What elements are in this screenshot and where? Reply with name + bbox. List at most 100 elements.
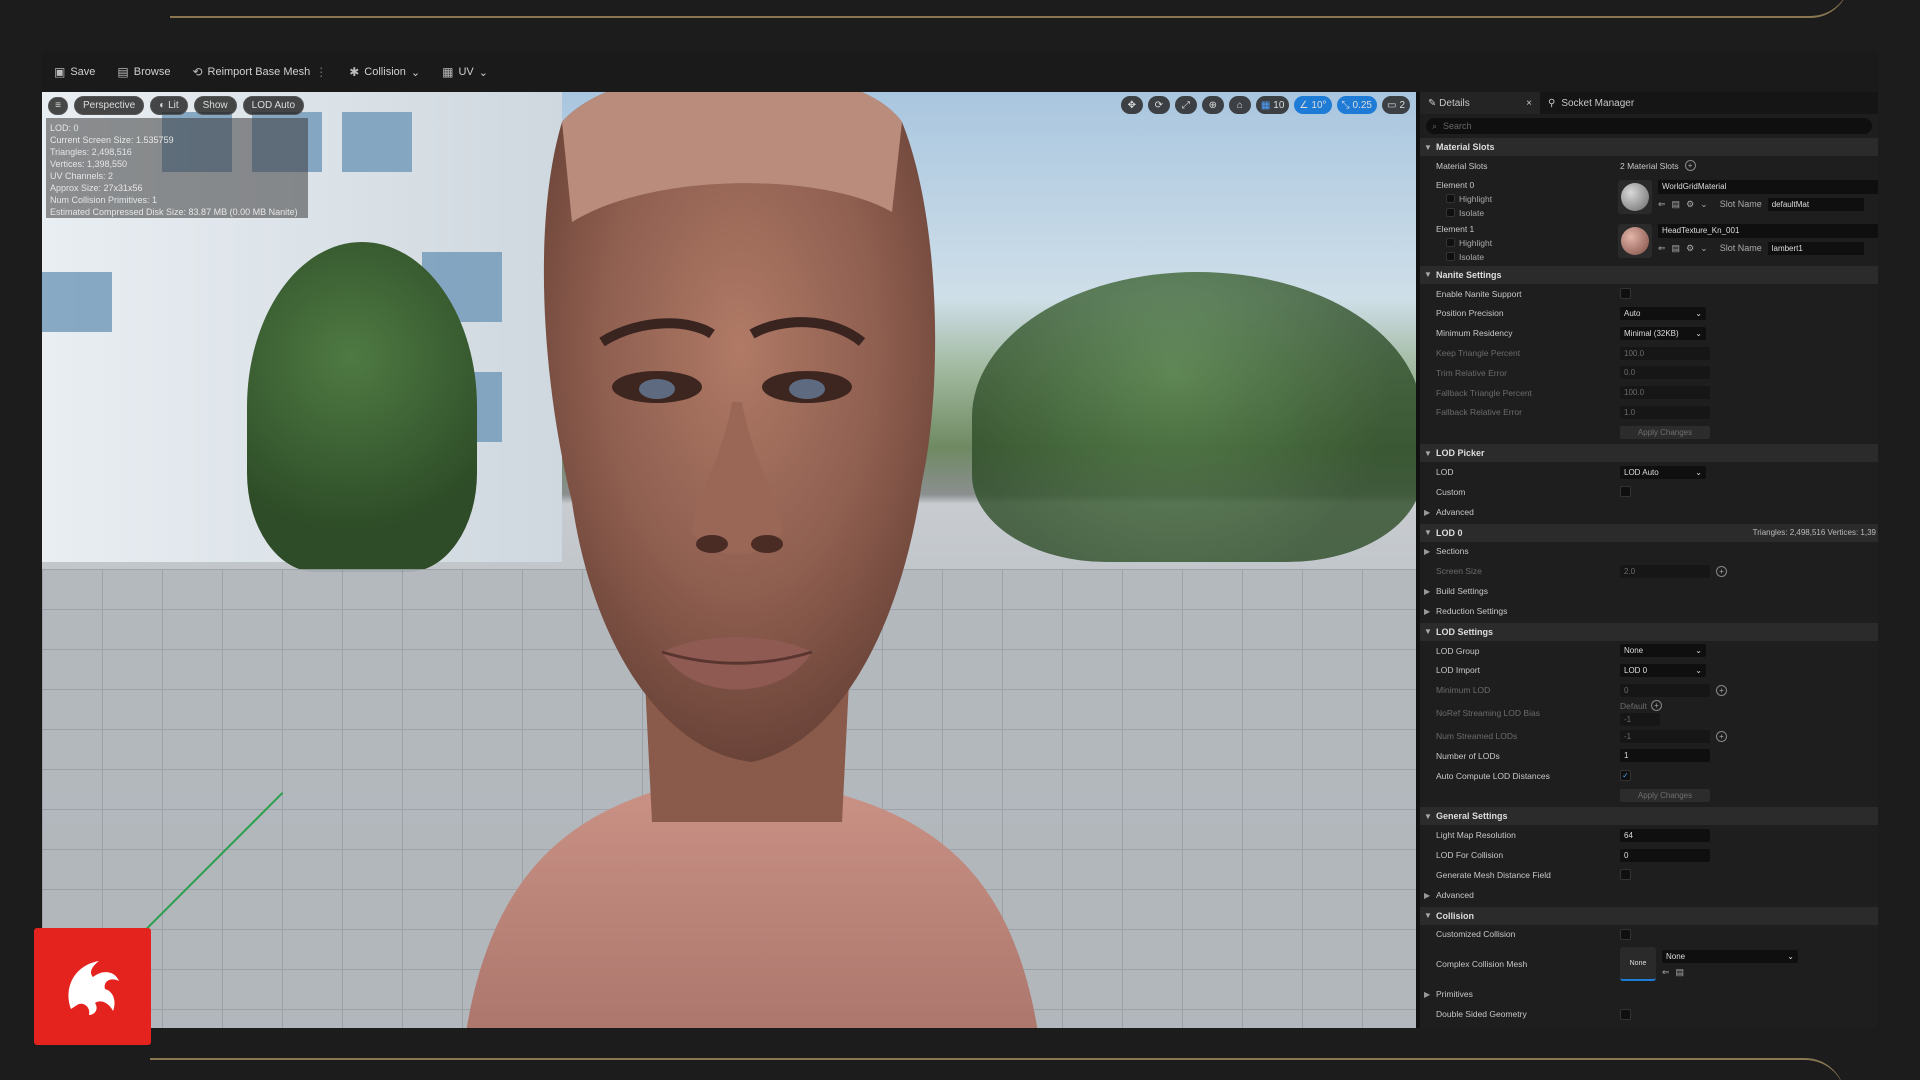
trim-error-input[interactable]: 0.0 — [1620, 366, 1710, 380]
frame-line-top — [170, 16, 1810, 18]
enable-nanite-checkbox[interactable] — [1620, 288, 1631, 300]
browse-button[interactable]: ▤ Browse — [111, 62, 176, 82]
rotate-icon[interactable]: ⟳ — [1147, 96, 1170, 114]
minimum-lod-input[interactable]: 0 — [1620, 683, 1710, 697]
screen-size-input[interactable]: 2.0 — [1620, 564, 1710, 578]
isolate-checkbox[interactable] — [1446, 208, 1455, 218]
apply-changes-button[interactable]: Apply Changes — [1620, 788, 1710, 802]
world-icon[interactable]: ⊕ — [1201, 96, 1224, 114]
sections-row[interactable]: ▶ Sections — [1420, 542, 1878, 562]
distance-field-checkbox[interactable] — [1620, 869, 1631, 881]
viewport[interactable]: ≡ Perspective ◐ Lit Show LOD Auto ✥ ⟳ ⤢ … — [42, 92, 1416, 1028]
section-nanite-settings[interactable]: ▼ Nanite Settings — [1420, 265, 1878, 284]
minimum-residency-select[interactable]: Minimal (32KB) ⌄ — [1620, 326, 1706, 340]
chevron-down-icon[interactable]: ⌄ — [1700, 199, 1708, 210]
reimport-button[interactable]: ⟲ Reimport Base Mesh ⋮ — [186, 62, 333, 82]
highlight-checkbox[interactable] — [1446, 238, 1455, 248]
use-selected-icon[interactable]: ⇐ — [1658, 243, 1666, 254]
surface-snap-icon[interactable]: ⌂ — [1228, 96, 1251, 114]
viewport-menu-button[interactable]: ≡ — [48, 96, 68, 115]
scale-snap-toggle[interactable]: ⤡ 0.25 — [1336, 96, 1377, 114]
save-button[interactable]: ▣ Save — [48, 62, 101, 82]
grid-snap-toggle[interactable]: ▦ 10 — [1255, 96, 1290, 114]
material-thumbnail[interactable] — [1618, 179, 1652, 214]
angle-icon: ∠ — [1299, 99, 1309, 111]
tab-socket-manager[interactable]: ⚲ Socket Manager — [1540, 92, 1642, 114]
section-collision[interactable]: ▼ Collision — [1420, 906, 1878, 925]
use-selected-icon[interactable]: ⇐ — [1658, 199, 1666, 210]
reduction-settings-row[interactable]: ▶ Reduction Settings — [1420, 601, 1878, 621]
section-general-settings[interactable]: ▼ General Settings — [1420, 807, 1878, 826]
use-selected-icon[interactable]: ⇐ — [1662, 967, 1670, 978]
viewport-stats-overlay: LOD: 0 Current Screen Size: 1.535759 Tri… — [46, 118, 308, 218]
complex-mesh-thumbnail[interactable]: None — [1620, 947, 1656, 982]
options-icon[interactable]: ⚙ — [1686, 199, 1694, 210]
section-lod-settings[interactable]: ▼ LOD Settings — [1420, 622, 1878, 641]
browse-icon[interactable]: ▤ — [1672, 243, 1681, 254]
primitives-row[interactable]: ▶ Primitives — [1420, 984, 1878, 1004]
perspective-button[interactable]: Perspective — [74, 96, 145, 115]
complex-mesh-select[interactable]: None ⌄ — [1662, 950, 1798, 964]
browse-icon[interactable]: ▤ — [1676, 967, 1685, 978]
toolbar: ▣ Save ▤ Browse ⟲ Reimport Base Mesh ⋮ ✱ Coll… — [42, 52, 1878, 92]
general-advanced-row[interactable]: ▶ Advanced — [1420, 885, 1878, 905]
lod-collision-input[interactable]: 0 — [1620, 848, 1710, 862]
more-options-icon[interactable]: ⋮ — [315, 65, 327, 79]
num-streamed-input[interactable]: -1 — [1620, 729, 1710, 743]
customized-collision-row: Customized Collision — [1420, 925, 1878, 945]
material-picker[interactable]: HeadTexture_Kn_001 — [1658, 223, 1878, 238]
noref-input[interactable]: -1 — [1620, 713, 1660, 727]
angle-snap-toggle[interactable]: ∠ 10° — [1294, 96, 1332, 114]
highlight-checkbox[interactable] — [1446, 194, 1455, 204]
slot-name-input[interactable]: defaultMat — [1767, 197, 1864, 211]
add-icon[interactable]: + — [1716, 565, 1727, 577]
fallback-triangle-input[interactable]: 100.0 — [1620, 386, 1710, 400]
number-of-lods-row: Number of LODs 1 — [1420, 746, 1878, 766]
section-lod0[interactable]: ▼ LOD 0 Triangles: 2,498,516 Vertices: 1,3… — [1420, 523, 1878, 542]
lod-select[interactable]: LOD Auto ⌄ — [1620, 465, 1706, 479]
add-slot-icon[interactable]: + — [1684, 160, 1696, 172]
browse-icon[interactable]: ▤ — [1672, 199, 1681, 210]
auto-compute-checkbox[interactable]: ✓ — [1620, 770, 1631, 782]
position-precision-select[interactable]: Auto ⌄ — [1620, 306, 1706, 320]
add-icon[interactable]: + — [1650, 700, 1662, 712]
material-thumbnail[interactable] — [1618, 223, 1652, 258]
chevron-down-icon[interactable]: ⌄ — [1700, 243, 1708, 254]
fallback-error-input[interactable]: 1.0 — [1620, 405, 1710, 419]
search-input[interactable]: ⌕ Search — [1426, 118, 1872, 134]
scale-icon[interactable]: ⤢ — [1174, 96, 1197, 114]
chevron-down-icon: ⌄ — [1695, 308, 1702, 318]
show-button[interactable]: Show — [193, 96, 237, 115]
lod-auto-button[interactable]: LOD Auto — [242, 96, 305, 115]
channel-logo — [34, 928, 151, 1045]
isolate-checkbox[interactable] — [1446, 252, 1455, 262]
number-of-lods-input[interactable]: 1 — [1620, 749, 1710, 763]
add-icon[interactable]: + — [1716, 684, 1727, 696]
building-window — [342, 112, 412, 172]
custom-checkbox[interactable] — [1620, 486, 1631, 498]
build-settings-row[interactable]: ▶ Build Settings — [1420, 581, 1878, 601]
stat-line: Triangles: 2,498,516 — [50, 147, 132, 157]
camera-speed-button[interactable]: ▭ 2 — [1381, 96, 1410, 114]
close-icon[interactable]: × — [1526, 98, 1532, 109]
material-picker[interactable]: WorldGridMaterial — [1658, 179, 1878, 194]
lit-button[interactable]: ◐ Lit — [150, 96, 188, 115]
collision-dropdown[interactable]: ✱ Collision ⌄ — [343, 62, 426, 82]
section-material-slots[interactable]: ▼ Material Slots — [1420, 138, 1878, 156]
double-sided-checkbox[interactable] — [1620, 1008, 1631, 1020]
advanced-row[interactable]: ▶ Advanced — [1420, 502, 1878, 522]
apply-changes-button[interactable]: Apply Changes — [1620, 425, 1710, 439]
uv-dropdown[interactable]: ▦ UV ⌄ — [436, 62, 494, 82]
keep-triangle-input[interactable]: 100.0 — [1620, 346, 1710, 360]
fallback-error-row: Fallback Relative Error 1.0 — [1420, 403, 1878, 423]
options-icon[interactable]: ⚙ — [1686, 243, 1694, 254]
tab-details[interactable]: ✎ Details × — [1420, 92, 1540, 114]
lod-group-select[interactable]: None ⌄ — [1620, 644, 1706, 658]
slot-name-input[interactable]: lambert1 — [1767, 241, 1864, 255]
section-lod-picker[interactable]: ▼ LOD Picker — [1420, 444, 1878, 463]
customized-collision-checkbox[interactable] — [1620, 928, 1631, 940]
lightmap-input[interactable]: 64 — [1620, 828, 1710, 842]
add-icon[interactable]: + — [1716, 730, 1727, 742]
lod-import-select[interactable]: LOD 0 ⌄ — [1620, 663, 1706, 677]
translate-icon[interactable]: ✥ — [1120, 96, 1143, 114]
